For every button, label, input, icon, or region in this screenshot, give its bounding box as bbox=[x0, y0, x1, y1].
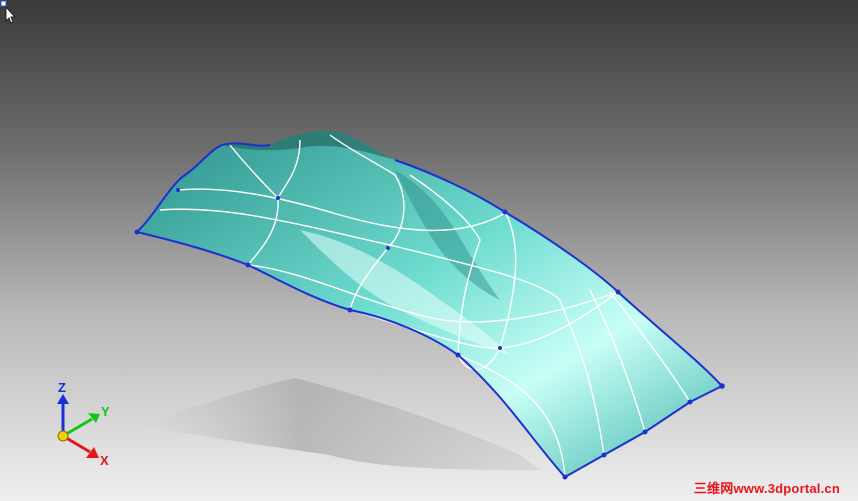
x-axis-label: X bbox=[100, 453, 109, 468]
arrow-cursor-icon bbox=[0, 0, 16, 24]
graphics-viewport[interactable]: Z Y X 三维网www.3dportal.cn bbox=[0, 0, 858, 501]
z-arrow-icon bbox=[57, 394, 69, 404]
y-axis-label: Y bbox=[101, 404, 110, 419]
z-axis-label: Z bbox=[58, 380, 66, 395]
coordinate-triad[interactable]: Z Y X bbox=[57, 380, 110, 468]
model-canvas[interactable]: Z Y X bbox=[0, 0, 858, 501]
site-watermark: 三维网www.3dportal.cn bbox=[693, 481, 840, 496]
triad-origin bbox=[57, 430, 69, 442]
floor-shadow bbox=[140, 378, 540, 470]
